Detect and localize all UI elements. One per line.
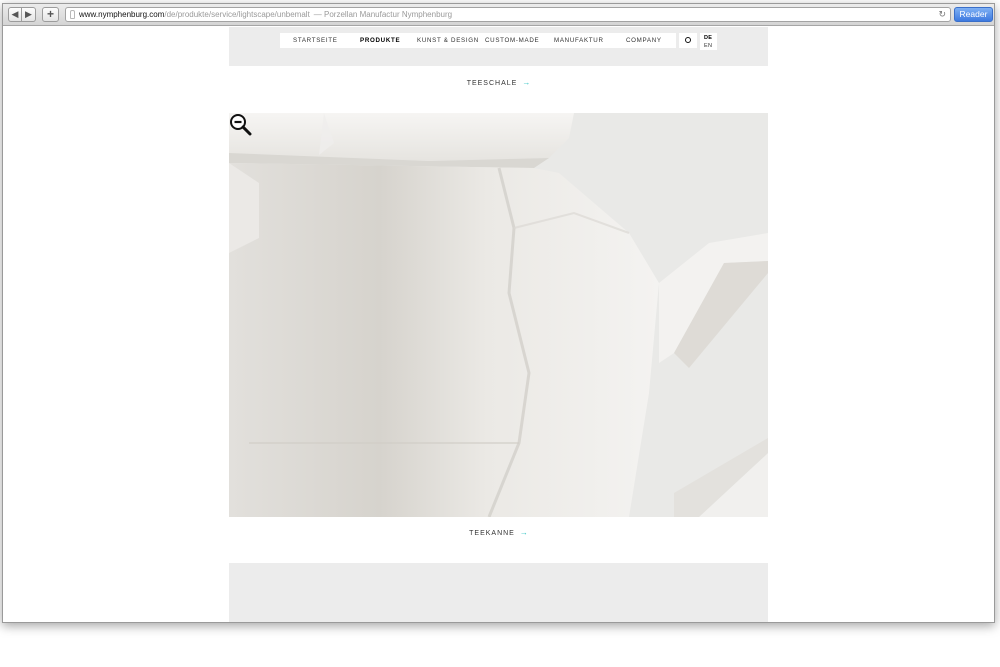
nav-item-company[interactable]: COMPANY [626, 33, 662, 48]
nav-item-startseite[interactable]: STARTSEITE [293, 33, 338, 48]
url-text: www.nymphenburg.com/de/produkte/service/… [79, 8, 452, 21]
search-icon [685, 37, 691, 43]
page-content: STARTSEITE PRODUKTE KUNST & DESIGN CUSTO… [3, 27, 994, 622]
nav-item-custom-made[interactable]: CUSTOM-MADE [485, 33, 539, 48]
language-switcher: DE EN [700, 33, 717, 50]
next-product-image[interactable] [229, 563, 768, 622]
caption-label: TEEKANNE [469, 530, 515, 537]
caption-label: TEESCHALE [466, 80, 518, 87]
product-image-teekanne[interactable] [229, 113, 768, 517]
lang-de[interactable]: DE [704, 35, 712, 41]
caption-teeschale[interactable]: TEESCHALE → [229, 77, 768, 89]
new-tab-button[interactable]: + [42, 7, 59, 22]
url-host: www.nymphenburg.com [79, 10, 165, 19]
back-button[interactable]: ◀ [8, 7, 22, 22]
main-navigation: STARTSEITE PRODUKTE KUNST & DESIGN CUSTO… [280, 33, 676, 48]
browser-window: ◀ ▶ + www.nymphenburg.com/de/produkte/se… [2, 3, 995, 623]
arrow-right-icon: → [519, 528, 528, 537]
page-icon [70, 10, 75, 19]
reader-button[interactable]: Reader [954, 7, 993, 22]
arrow-right-icon: → [522, 78, 531, 87]
zoom-out-icon [230, 114, 252, 136]
page-title: — Porzellan Manufactur Nymphenburg [313, 10, 453, 19]
nav-item-kunst-design[interactable]: KUNST & DESIGN [417, 33, 479, 48]
caption-teekanne[interactable]: TEEKANNE → [229, 527, 768, 539]
reload-icon[interactable]: ↻ [938, 8, 946, 21]
forward-button[interactable]: ▶ [22, 7, 36, 22]
address-bar[interactable]: www.nymphenburg.com/de/produkte/service/… [65, 7, 951, 22]
search-button[interactable] [679, 33, 697, 48]
nav-item-produkte[interactable]: PRODUKTE [360, 33, 400, 48]
url-path: /de/produkte/service/lightscape/unbemalt [164, 10, 310, 19]
browser-toolbar: ◀ ▶ + www.nymphenburg.com/de/produkte/se… [3, 4, 994, 26]
teapot-photo [229, 113, 768, 517]
lang-en[interactable]: EN [704, 43, 712, 49]
nav-item-manufaktur[interactable]: MANUFAKTUR [554, 33, 604, 48]
